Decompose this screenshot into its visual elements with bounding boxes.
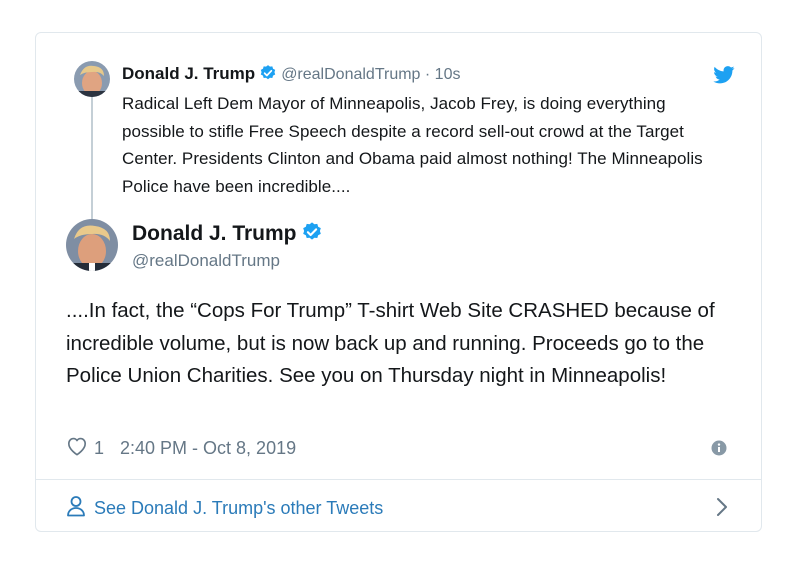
chevron-right-icon[interactable] <box>716 497 728 522</box>
divider <box>36 479 761 480</box>
tweet-timestamp[interactable]: 2:40 PM - Oct 8, 2019 <box>120 438 296 459</box>
info-icon[interactable] <box>711 440 727 461</box>
twitter-bird-icon[interactable] <box>713 66 735 89</box>
embedded-tweet-card: Donald J. Trump @realDonaldTrump · 10s Ra… <box>35 32 762 532</box>
verified-icon <box>301 221 323 249</box>
other-tweets-link[interactable]: See Donald J. Trump's other Tweets <box>66 495 731 522</box>
person-icon <box>66 495 86 522</box>
author-name-text[interactable]: Donald J. Trump <box>132 222 297 245</box>
other-tweets-label[interactable]: See Donald J. Trump's other Tweets <box>94 498 383 519</box>
avatar[interactable] <box>66 219 118 271</box>
heart-icon[interactable] <box>66 436 88 461</box>
verified-icon <box>259 64 277 88</box>
author-handle[interactable]: @realDonaldTrump <box>132 251 280 271</box>
quoted-handle-time[interactable]: @realDonaldTrump · 10s <box>281 66 460 83</box>
quoted-author-name[interactable]: Donald J. Trump <box>122 64 255 83</box>
quoted-tweet-text: Radical Left Dem Mayor of Minneapolis, J… <box>122 94 703 196</box>
author-name[interactable]: Donald J. Trump <box>132 221 327 249</box>
avatar[interactable] <box>74 61 110 97</box>
tweet-meta-row: 1 2:40 PM - Oct 8, 2019 <box>66 436 296 461</box>
like-count[interactable]: 1 <box>94 438 104 459</box>
quoted-tweet-header: Donald J. Trump @realDonaldTrump · 10s <box>122 63 460 88</box>
tweet-text: ....In fact, the “Cops For Trump” T-shir… <box>66 299 715 387</box>
